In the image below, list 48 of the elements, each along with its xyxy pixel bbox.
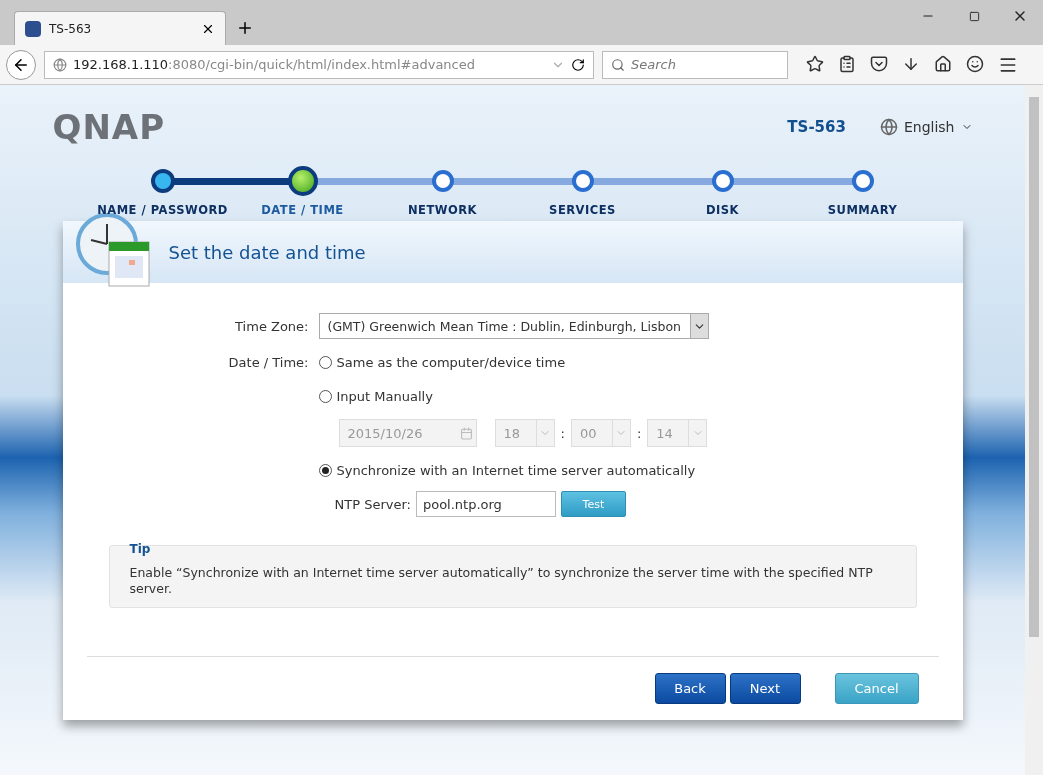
url-text: 192.168.1.110:8080/cgi-bin/quick/html/index.html#advanced [73,57,476,72]
new-tab-icon[interactable] [236,19,254,37]
search-icon [611,57,625,72]
step-label: NAME / PASSWORD [97,203,228,217]
search-field[interactable]: Search [602,50,788,79]
bookmark-star-icon[interactable] [806,54,824,73]
qnap-logo: QNAP [52,107,167,147]
globe-icon [879,118,898,136]
globe-icon [53,57,67,72]
language-label: English [903,119,955,135]
card-title: Set the date and time [168,241,366,263]
step-label: DATE / TIME [261,203,344,217]
radio-label: Synchronize with an Internet time server automatically [336,462,696,478]
radio-label: Same as the computer/device time [336,354,566,370]
radio-button[interactable] [318,355,332,369]
browser-tab[interactable]: TS-563 [14,11,226,45]
radio-label: Input Manually [336,388,433,404]
radio-button[interactable] [318,463,332,477]
calendar-icon [460,426,473,440]
time-separator: : [560,425,565,441]
step-label: NETWORK [407,203,478,217]
time-separator: : [636,425,642,441]
home-icon[interactable] [934,54,952,73]
search-placeholder: Search [631,57,676,72]
step-label: SERVICES [549,203,616,217]
reload-icon[interactable] [571,57,585,72]
pocket-icon[interactable] [870,54,888,73]
ntp-server-field[interactable]: pool.ntp.org [415,491,556,517]
scrollbar[interactable] [1025,85,1043,775]
language-selector[interactable]: English [879,118,973,136]
site-favicon-icon [25,20,41,37]
wizard-button[interactable]: Back [654,673,726,704]
ntp-label: NTP Server: [334,496,411,512]
tab-title: TS-563 [49,21,93,36]
field-label: Time Zone: [235,318,309,334]
time-zone-select[interactable]: (GMT) Greenwich Mean Time : Dublin, Edinburgh, Lisbon [318,313,709,339]
back-button[interactable] [6,49,36,80]
model-name: TS-563 [787,118,846,136]
smiley-icon[interactable] [966,54,984,73]
radio-button[interactable] [318,389,332,403]
step-label: DISK [706,203,739,217]
tip-text: Enable “Synchronize with an Internet time server automatically” to synchronize the server time with the specified NTP server. [129,565,874,597]
tip-title: Tip [129,542,151,556]
address-bar[interactable]: 192.168.1.110:8080/cgi-bin/quick/html/index.html#advanced [44,50,594,79]
field-label: Date / Time: [228,354,309,370]
step-label: SUMMARY [827,203,898,217]
reading-list-icon[interactable] [838,54,856,73]
wizard-button[interactable]: Next [729,673,801,704]
